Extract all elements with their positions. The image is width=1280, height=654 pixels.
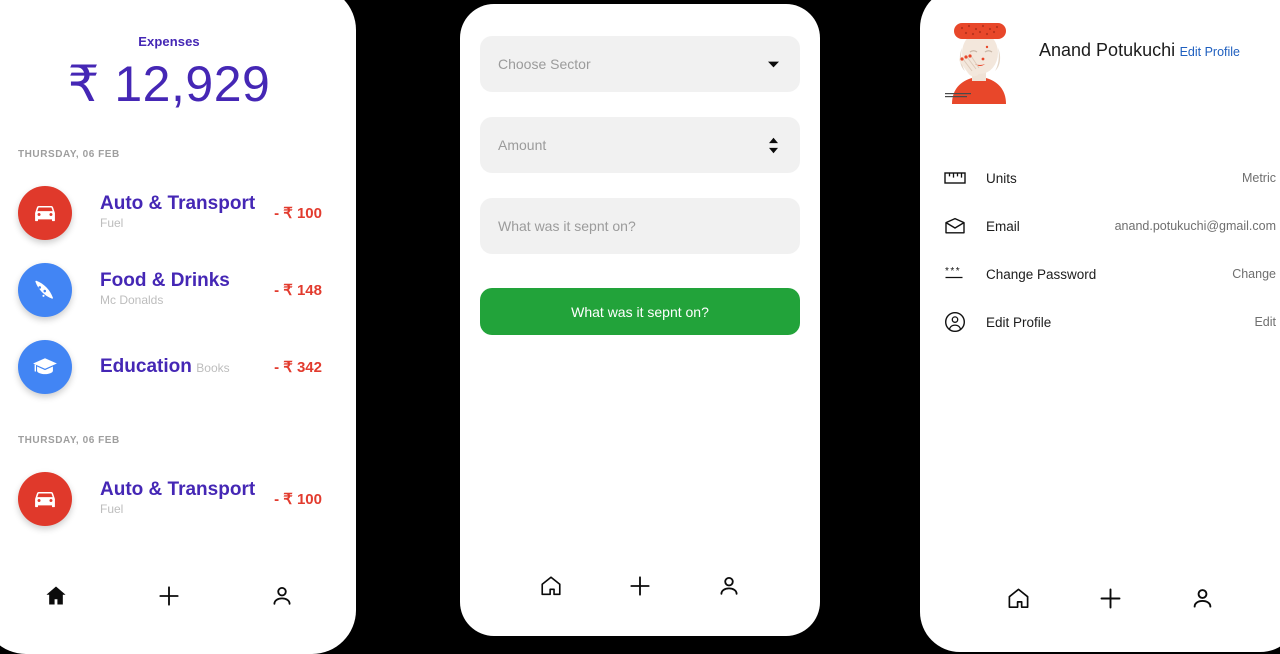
- transaction-title: Auto & Transport: [100, 192, 256, 214]
- transaction-amount: - ₹ 100: [274, 204, 322, 222]
- transaction-title: Food & Drinks: [100, 269, 230, 291]
- person-circle-icon: [944, 311, 970, 333]
- home-icon: [1008, 588, 1028, 608]
- transaction-title: Education: [100, 355, 192, 377]
- plus-icon: [630, 576, 650, 596]
- setting-value: Metric: [1241, 171, 1276, 185]
- transaction-title: Auto & Transport: [100, 478, 256, 500]
- person-icon: [720, 576, 738, 595]
- password-asterisks-icon: ***: [944, 263, 970, 285]
- setting-value: Edit: [1254, 315, 1276, 329]
- note-input[interactable]: What was it sepnt on?: [480, 198, 800, 254]
- nav-home-button[interactable]: [985, 577, 1052, 620]
- expenses-header: Expenses ₹ 12,929: [0, 0, 356, 111]
- edit-profile-link[interactable]: Edit Profile: [1180, 45, 1240, 59]
- transaction-amount: - ₹ 100: [274, 490, 322, 508]
- nav-home-button[interactable]: [518, 565, 584, 607]
- settings-list: Units Metric Email anand.potukuchi@gmail…: [942, 154, 1278, 346]
- transaction-amount: - ₹ 342: [274, 358, 322, 376]
- submit-expense-button[interactable]: What was it sepnt on?: [480, 288, 800, 335]
- expenses-total-amount: ₹ 12,929: [67, 56, 271, 112]
- ruler-icon: [944, 167, 970, 189]
- setting-label: Units: [986, 170, 1017, 186]
- profile-screen-content: Anand Potukuchi Edit Profile Units Metri…: [920, 0, 1280, 652]
- sector-select[interactable]: Choose Sector: [480, 36, 800, 92]
- stepper-icon[interactable]: [764, 137, 782, 154]
- car-icon: [18, 471, 72, 526]
- setting-row-change-password[interactable]: *** Change Password Change: [942, 250, 1278, 298]
- home-icon: [47, 586, 66, 605]
- home-screen-content: Expenses ₹ 12,929 THURSDAY, 06 FEB Auto …: [0, 0, 356, 654]
- transaction-amount: - ₹ 148: [274, 281, 322, 299]
- nav-add-button[interactable]: [607, 565, 673, 607]
- home-icon: [541, 576, 561, 596]
- setting-row-email[interactable]: Email anand.potukuchi@gmail.com: [942, 202, 1278, 250]
- transaction-date-group: THURSDAY, 06 FEB Auto & Transport Fuel -…: [0, 149, 356, 405]
- phone-screen-home: Expenses ₹ 12,929 THURSDAY, 06 FEB Auto …: [0, 0, 356, 654]
- phone-screen-add-expense: Choose Sector Amount What was it sepnt o…: [460, 4, 820, 636]
- nav-home-button[interactable]: [23, 575, 89, 617]
- bottom-navigation: [480, 546, 800, 636]
- setting-row-units[interactable]: Units Metric: [942, 154, 1278, 202]
- note-input-placeholder: What was it sepnt on?: [498, 218, 636, 234]
- transaction-list[interactable]: THURSDAY, 06 FEB Auto & Transport Fuel -…: [0, 149, 356, 552]
- transaction-row[interactable]: Auto & Transport Fuel - ₹ 100: [0, 174, 356, 251]
- person-icon: [1193, 588, 1211, 608]
- setting-row-edit-profile[interactable]: Edit Profile Edit: [942, 298, 1278, 346]
- sector-select-placeholder: Choose Sector: [498, 56, 591, 72]
- profile-header: Anand Potukuchi Edit Profile: [942, 14, 1278, 104]
- envelope-icon: [944, 215, 970, 237]
- car-icon: [18, 185, 72, 240]
- phone-screen-profile: Anand Potukuchi Edit Profile Units Metri…: [920, 0, 1280, 652]
- nav-profile-button[interactable]: [1169, 577, 1236, 620]
- nav-profile-button[interactable]: [249, 575, 315, 617]
- svg-text:***: ***: [945, 266, 961, 277]
- transaction-details: Education Books: [72, 356, 268, 378]
- nav-profile-button[interactable]: [696, 565, 762, 607]
- add-expense-form: Choose Sector Amount What was it sepnt o…: [460, 4, 820, 636]
- profile-illustration: [942, 14, 1017, 104]
- graduation-cap-icon: [18, 339, 72, 394]
- transaction-row[interactable]: Auto & Transport Fuel - ₹ 100: [0, 460, 356, 537]
- setting-label: Edit Profile: [986, 314, 1052, 330]
- transaction-details: Food & Drinks Mc Donalds: [72, 270, 268, 310]
- nav-add-button[interactable]: [1077, 577, 1144, 620]
- setting-label: Email: [986, 218, 1020, 234]
- amount-input[interactable]: Amount: [480, 117, 800, 173]
- date-header: THURSDAY, 06 FEB: [18, 435, 120, 446]
- person-icon: [273, 586, 291, 605]
- transaction-subtitle: Mc Donalds: [100, 293, 164, 308]
- bottom-navigation: [942, 556, 1278, 652]
- transaction-details: Auto & Transport Fuel: [72, 479, 268, 519]
- setting-value: Change: [1232, 267, 1276, 281]
- transaction-date-group: THURSDAY, 06 FEB Auto & Transport Fuel -…: [0, 435, 356, 537]
- transaction-subtitle: Books: [196, 360, 230, 375]
- transaction-row[interactable]: Education Books - ₹ 342: [0, 328, 356, 405]
- transaction-subtitle: Fuel: [100, 216, 124, 231]
- date-header: THURSDAY, 06 FEB: [18, 149, 120, 160]
- profile-name: Anand Potukuchi: [1039, 40, 1176, 60]
- pizza-icon: [18, 262, 72, 317]
- transaction-row[interactable]: Food & Drinks Mc Donalds - ₹ 148: [0, 251, 356, 328]
- expenses-label: Expenses: [138, 34, 200, 49]
- transaction-subtitle: Fuel: [100, 502, 124, 517]
- bottom-navigation: [0, 552, 356, 654]
- profile-meta: Anand Potukuchi Edit Profile: [1017, 14, 1240, 62]
- transaction-details: Auto & Transport Fuel: [72, 193, 268, 233]
- plus-icon: [1100, 588, 1120, 608]
- nav-add-button[interactable]: [136, 575, 202, 617]
- setting-label: Change Password: [986, 266, 1097, 282]
- amount-input-placeholder: Amount: [498, 137, 547, 153]
- plus-icon: [159, 586, 179, 606]
- setting-value: anand.potukuchi@gmail.com: [1114, 219, 1276, 233]
- chevron-down-icon[interactable]: [764, 60, 782, 69]
